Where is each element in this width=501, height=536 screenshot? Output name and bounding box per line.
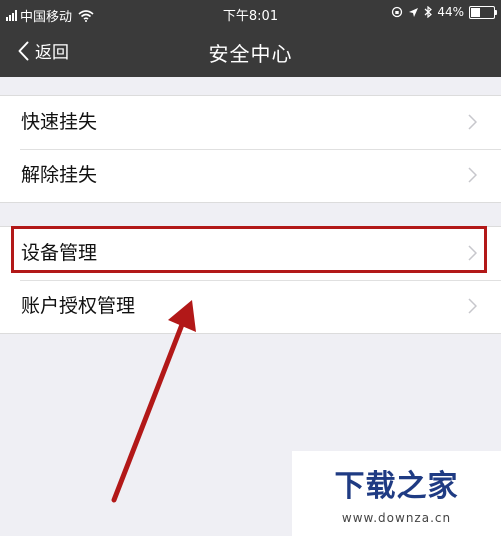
watermark-url: www.downza.cn	[341, 511, 452, 525]
watermark-logo: 下载之家	[334, 469, 459, 504]
watermark: 下载之家 www.downza.cn	[292, 451, 501, 536]
